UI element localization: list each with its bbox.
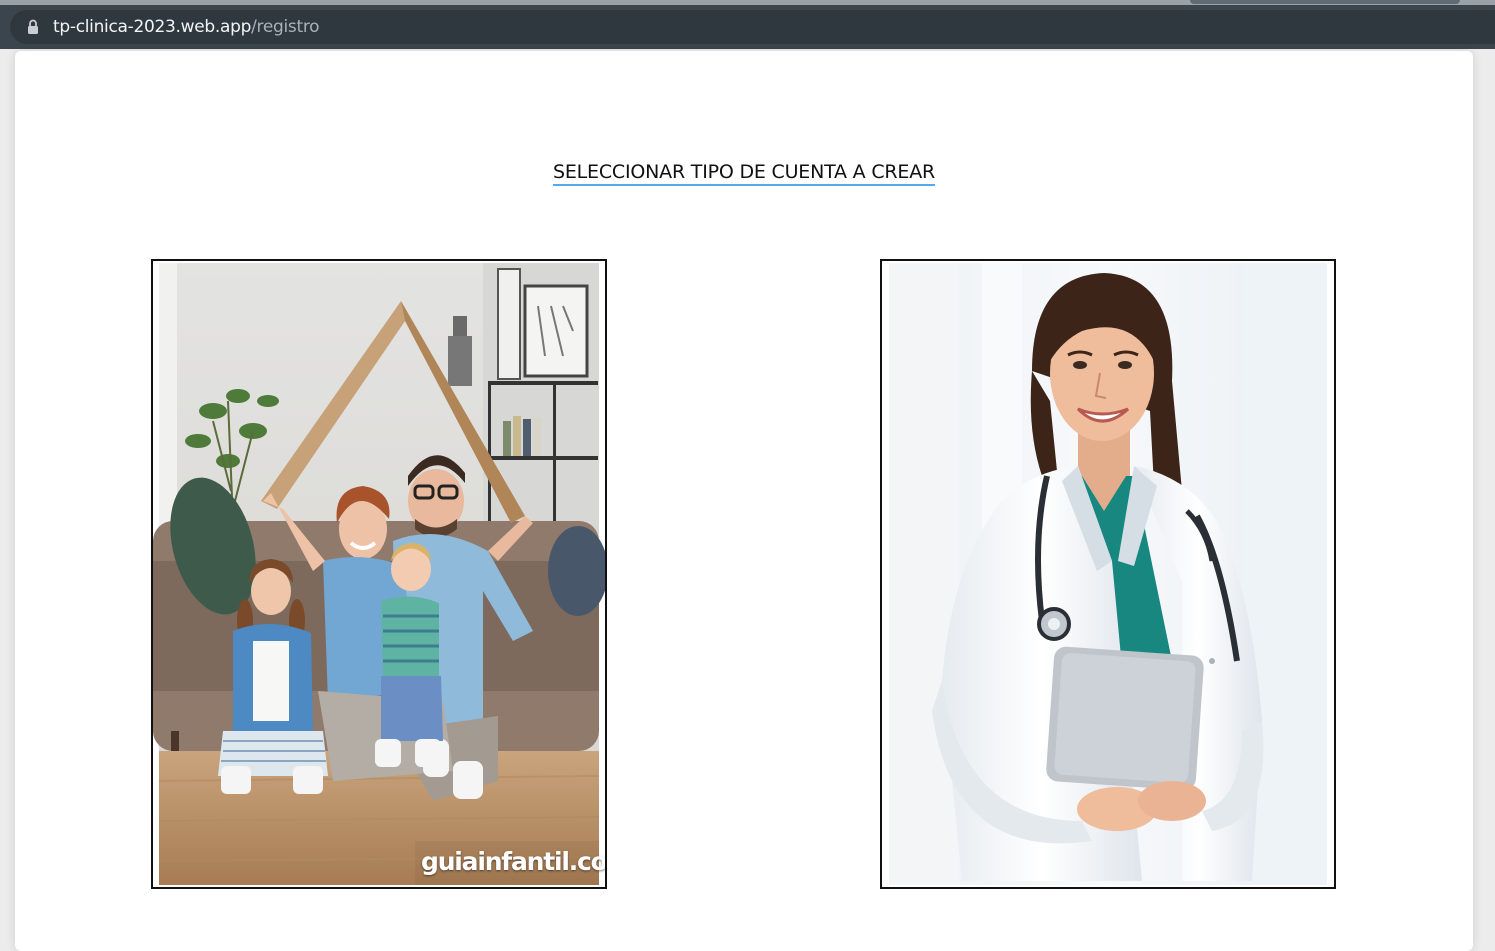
family-photo (153, 261, 605, 887)
page-title-wrapper: SELECCIONAR TIPO DE CUENTA A CREAR (15, 161, 1473, 186)
specialist-account-option[interactable] (880, 259, 1336, 889)
page-title: SELECCIONAR TIPO DE CUENTA A CREAR (552, 161, 935, 186)
patient-account-option[interactable]: guiainfantil.com (151, 259, 607, 889)
url-path: /registro (251, 17, 320, 37)
page-container: SELECCIONAR TIPO DE CUENTA A CREAR guiai… (15, 51, 1473, 951)
photo-watermark: guiainfantil.com (421, 847, 607, 876)
url-host: tp-clinica-2023.web.app (53, 17, 252, 37)
url-text[interactable]: tp-clinica-2023.web.app/registro (53, 16, 320, 38)
doctor-photo (882, 261, 1334, 887)
browser-tab[interactable] (1190, 0, 1460, 4)
browser-toolbar: tp-clinica-2023.web.app/registro (0, 5, 1495, 49)
lock-icon[interactable] (27, 19, 39, 35)
